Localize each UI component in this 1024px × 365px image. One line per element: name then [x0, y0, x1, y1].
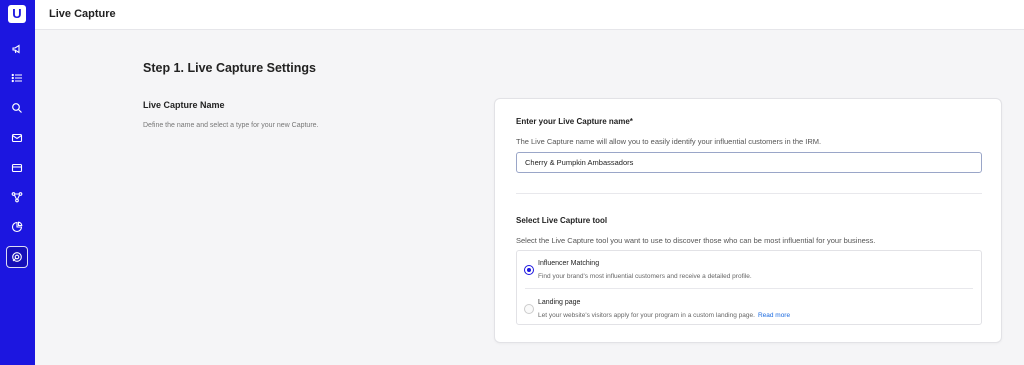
tool-field-label: Select Live Capture tool	[516, 216, 608, 225]
option-description-row: Let your website's visitors apply for yo…	[538, 312, 790, 319]
capture-name-input[interactable]	[516, 152, 982, 173]
radio-unselected[interactable]	[524, 304, 534, 314]
tool-field-help: Select the Live Capture tool you want to…	[516, 236, 876, 245]
option-influencer-matching[interactable]: Influencer Matching Find your brand's mo…	[517, 251, 981, 287]
top-bar: Live Capture	[35, 0, 1024, 30]
section-label: Live Capture Name	[143, 100, 225, 110]
radio-selected[interactable]	[524, 265, 534, 275]
option-description: Let your website's visitors apply for yo…	[538, 312, 755, 319]
option-title: Landing page	[538, 299, 581, 306]
live-capture-icon[interactable]	[6, 246, 28, 268]
credit-card-icon[interactable]	[6, 157, 28, 179]
page-header-title: Live Capture	[49, 8, 116, 20]
megaphone-icon[interactable]	[6, 38, 28, 60]
divider	[516, 193, 982, 194]
pie-chart-icon[interactable]	[6, 216, 28, 238]
list-icon[interactable]	[6, 67, 28, 89]
option-title: Influencer Matching	[538, 260, 600, 267]
read-more-link[interactable]: Read more	[758, 312, 790, 319]
option-landing-page[interactable]: Landing page Let your website's visitors…	[517, 290, 981, 326]
step-title: Step 1. Live Capture Settings	[143, 61, 316, 75]
mail-icon[interactable]	[6, 127, 28, 149]
settings-card: Enter your Live Capture name* The Live C…	[494, 98, 1002, 343]
sidebar: U	[0, 0, 35, 365]
option-description: Find your brand's most influential custo…	[538, 273, 752, 280]
name-field-help: The Live Capture name will allow you to …	[516, 137, 822, 146]
name-field-label: Enter your Live Capture name*	[516, 117, 633, 126]
app-logo[interactable]: U	[8, 5, 26, 23]
section-description: Define the name and select a type for yo…	[143, 122, 319, 129]
tool-options-group: Influencer Matching Find your brand's mo…	[516, 250, 982, 325]
option-separator	[525, 288, 973, 289]
workflow-icon[interactable]	[6, 186, 28, 208]
search-icon[interactable]	[6, 97, 28, 119]
